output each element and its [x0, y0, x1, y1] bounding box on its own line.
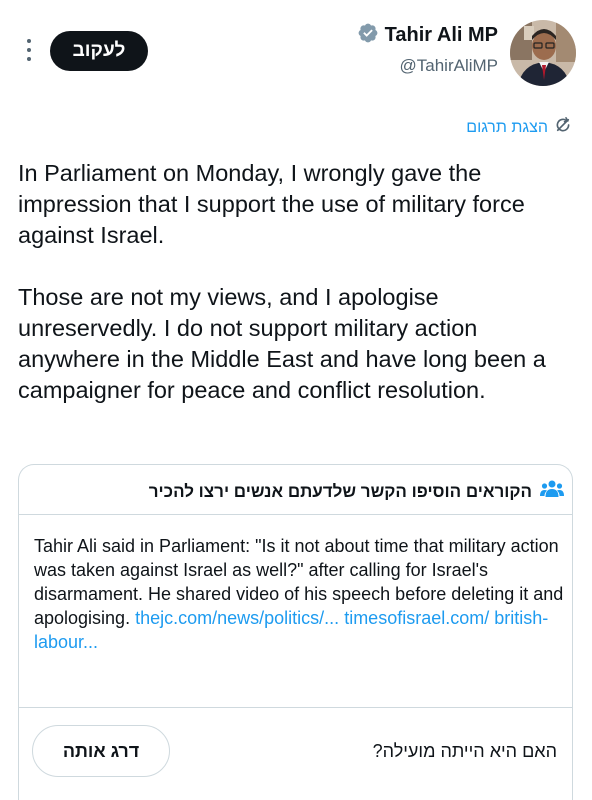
author-handle[interactable]: @TahirAliMP — [357, 56, 499, 76]
community-note-heading: הקוראים הוסיפו הקשר שלדעתם אנשים ירצו לה… — [148, 481, 532, 501]
government-badge-icon — [357, 22, 379, 49]
author-name[interactable]: Tahir Ali MP — [385, 24, 498, 47]
community-note-body: Tahir Ali said in Parliament: "Is it not… — [34, 534, 564, 654]
community-note-header: הקוראים הוסיפו הקשר שלדעתם אנשים ירצו לה… — [149, 479, 564, 504]
more-options-icon[interactable] — [22, 39, 36, 61]
people-icon — [540, 479, 564, 504]
tweet-paragraph: Those are not my views, and I apologise … — [18, 284, 546, 403]
divider — [19, 707, 572, 708]
helpful-question: האם היא הייתה מועילה? — [372, 741, 557, 761]
author-block: Tahir Ali MP @TahirAliMP — [357, 22, 498, 76]
show-translation-label: הצגת תרגום — [466, 118, 548, 136]
note-source-link[interactable]: thejc.com/news/politics/... — [135, 608, 339, 628]
tweet-text: In Parliament on Monday, I wrongly gave … — [18, 158, 578, 406]
translate-icon — [554, 116, 572, 139]
show-translation-link[interactable]: הצגת תרגום — [466, 116, 572, 139]
rate-it-button[interactable]: דרג אותה — [32, 725, 170, 777]
avatar[interactable] — [510, 20, 576, 86]
follow-button[interactable]: לעקוב — [50, 31, 148, 71]
tweet-view: לעקוב Tahir Ali MP @TahirAliMP הצגת תרגו… — [0, 0, 592, 800]
tweet-paragraph: In Parliament on Monday, I wrongly gave … — [18, 160, 525, 248]
community-note: הקוראים הוסיפו הקשר שלדעתם אנשים ירצו לה… — [18, 464, 573, 800]
divider — [19, 514, 572, 515]
